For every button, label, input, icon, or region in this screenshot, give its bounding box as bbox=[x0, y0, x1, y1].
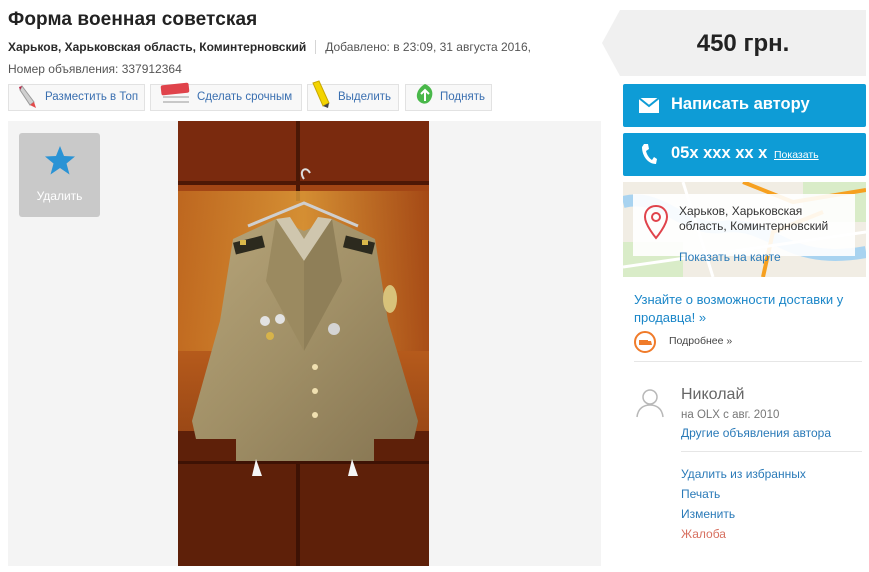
make-urgent-button[interactable]: Сделать срочным bbox=[150, 82, 302, 111]
rocket-icon bbox=[17, 84, 39, 115]
show-phone-link[interactable]: Показать bbox=[774, 149, 819, 161]
raise-up-icon bbox=[414, 83, 436, 112]
raise-button[interactable]: Поднять bbox=[405, 84, 492, 111]
seller-other-ads-link[interactable]: Другие объявления автора bbox=[681, 426, 831, 440]
raise-label: Поднять bbox=[440, 91, 485, 103]
user-avatar-icon bbox=[636, 388, 664, 423]
phone-number: 05x xxx xx x bbox=[671, 144, 768, 162]
listing-photo[interactable] bbox=[178, 121, 429, 566]
favorite-remove-label: Удалить bbox=[36, 189, 83, 203]
delivery-more-label: Подробнее » bbox=[669, 335, 733, 347]
meta-divider bbox=[315, 40, 317, 54]
message-author-label: Написать автору bbox=[671, 95, 810, 113]
listing-added-date: Добавлено: в 23:09, 31 августа 2016, bbox=[325, 40, 531, 54]
show-on-map-link[interactable]: Показать на карте bbox=[679, 250, 781, 264]
print-link[interactable]: Печать bbox=[681, 487, 720, 501]
make-urgent-label: Сделать срочным bbox=[197, 91, 293, 103]
remove-favorite-link[interactable]: Удалить из избранных bbox=[681, 467, 806, 481]
listing-meta: Харьков, Харьковская область, Коминтерно… bbox=[8, 40, 531, 54]
delivery-info-link[interactable]: Узнайте о возможности доставки у продавц… bbox=[634, 291, 860, 327]
edit-link[interactable]: Изменить bbox=[681, 507, 735, 521]
price-value: 450 грн. bbox=[696, 30, 790, 57]
location-map[interactable]: Харьков, Харьковская область, Коминтерно… bbox=[623, 182, 866, 277]
seller-name: Николай bbox=[681, 386, 745, 403]
map-address: Харьков, Харьковская область, Коминтерно… bbox=[679, 204, 829, 233]
message-author-button[interactable]: Написать автору bbox=[623, 84, 866, 127]
promote-top-label: Разместить в Топ bbox=[45, 91, 139, 103]
star-icon bbox=[44, 145, 76, 181]
highlight-label: Выделить bbox=[338, 91, 392, 103]
map-address-card: Харьков, Харьковская область, Коминтерно… bbox=[633, 194, 855, 264]
price-box: 450 грн. bbox=[602, 10, 866, 76]
highlight-button[interactable]: Выделить bbox=[307, 80, 399, 111]
section-divider bbox=[681, 451, 862, 452]
delivery-truck-icon bbox=[634, 331, 656, 358]
phone-icon bbox=[641, 143, 657, 170]
listing-location[interactable]: Харьков, Харьковская область, Коминтерно… bbox=[8, 40, 306, 54]
section-divider bbox=[634, 361, 862, 362]
phone-button[interactable]: 05x xxx xx x Показать bbox=[623, 133, 866, 176]
favorite-remove-button[interactable]: Удалить bbox=[19, 133, 100, 217]
urgent-sticker-icon bbox=[159, 82, 191, 109]
promote-top-button[interactable]: Разместить в Топ bbox=[8, 84, 145, 111]
map-pin-icon bbox=[643, 204, 669, 245]
seller-since: на OLX с авг. 2010 bbox=[681, 409, 780, 421]
listing-title: Форма военная советская bbox=[8, 9, 258, 30]
envelope-icon bbox=[638, 97, 660, 118]
photo-gallery: Удалить bbox=[8, 121, 601, 566]
listing-number: Номер объявления: 337912364 bbox=[8, 62, 182, 76]
complaint-link[interactable]: Жалоба bbox=[681, 527, 726, 541]
highlighter-icon bbox=[310, 79, 334, 114]
